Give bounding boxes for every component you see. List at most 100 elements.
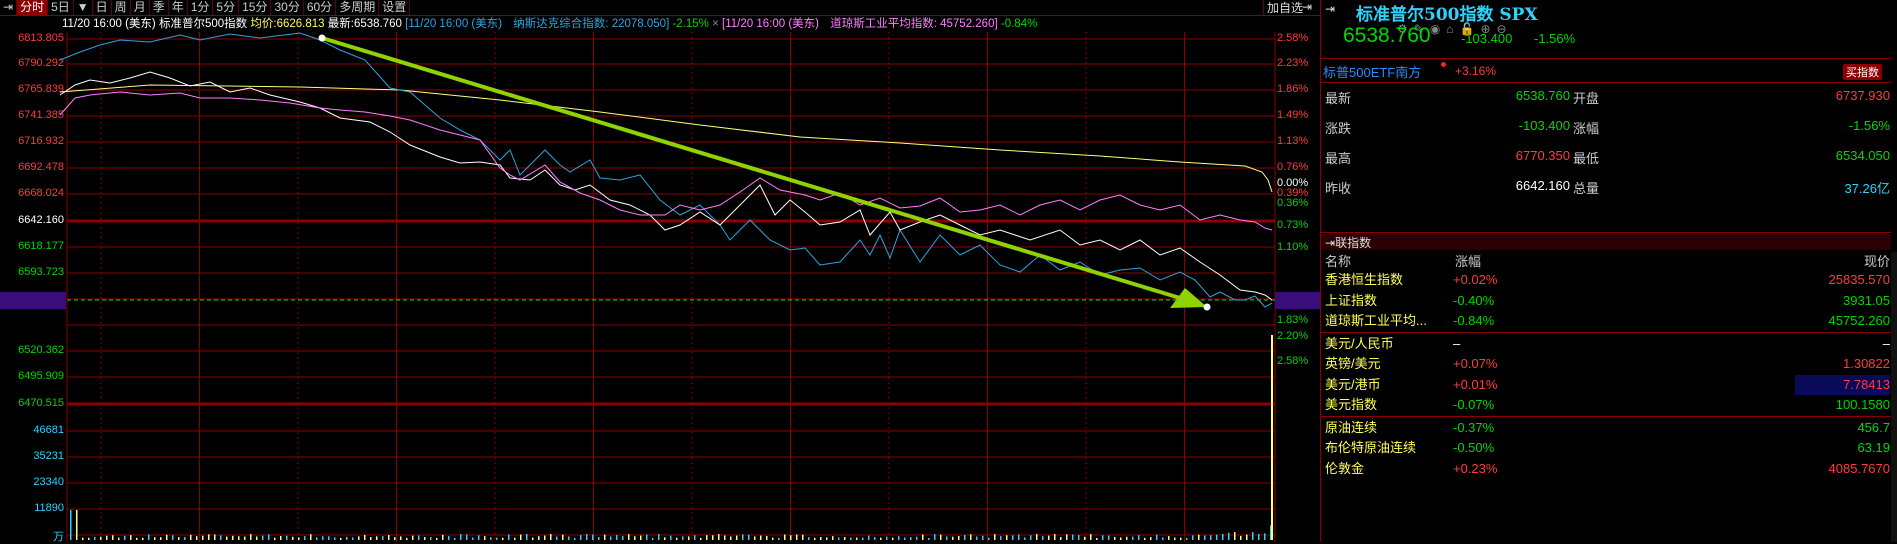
quote-row: 最新 6538.760 开盘 6737.930 [1325, 88, 1890, 118]
volume-bar [1222, 534, 1224, 540]
volume-bar [694, 535, 696, 540]
index-price: 3931.05 [1843, 291, 1890, 311]
volume-bar [910, 537, 912, 540]
panel-collapse-icon[interactable]: ⇥ [1325, 2, 1335, 16]
volume-bar [280, 536, 282, 540]
volume-bar [1144, 538, 1146, 540]
index-row[interactable]: 美元/港币 +0.01% 7.78413 [1325, 375, 1890, 395]
volume-bar [244, 537, 246, 540]
volume-bar [1210, 535, 1212, 540]
volume-bar [610, 536, 612, 540]
volume-bar [778, 538, 780, 540]
volume-bar [796, 534, 798, 540]
instrument-title: 标准普尔500指数 SPX [1356, 0, 1538, 25]
volume-bar [994, 534, 996, 540]
volume-bar [688, 536, 690, 540]
index-name: 香港恒生指数 [1325, 270, 1403, 290]
volume-bar [850, 538, 852, 540]
quote-label: 最高 [1325, 148, 1351, 167]
volume-bar [124, 536, 126, 540]
volume-bar [1126, 537, 1128, 540]
index-row[interactable]: 布伦特原油连续 -0.50% 63.19 [1325, 438, 1890, 458]
index-change: -0.07% [1453, 395, 1494, 415]
volume-bar [1036, 534, 1038, 540]
volume-bar [100, 537, 102, 540]
index-row[interactable]: 伦敦金 +0.23% 4085.7670 [1325, 459, 1890, 479]
etf-change: +3.16% [1321, 64, 1496, 78]
scrollbar[interactable] [1891, 252, 1897, 542]
index-row[interactable]: 英镑/美元 +0.07% 1.30822 [1325, 354, 1890, 374]
trend-arrow-annotation [319, 35, 1211, 311]
current-price: 6538.760 [1343, 24, 1431, 48]
volume-bar [1012, 535, 1014, 540]
index-change: +0.23% [1453, 459, 1497, 479]
index-price: 456.7 [1857, 418, 1890, 438]
index-change: +0.07% [1453, 354, 1497, 374]
volume-bar [1252, 532, 1254, 540]
volume-bar [538, 536, 540, 540]
volume-bar [340, 538, 342, 540]
volume-bar [520, 535, 522, 540]
index-row[interactable]: 上证指数 -0.40% 3931.05 [1325, 291, 1890, 311]
volume-bar [1246, 535, 1248, 540]
volume-bar [364, 535, 366, 540]
volume-bar [628, 534, 630, 540]
volume-bar [394, 537, 396, 540]
volume-bar [496, 538, 498, 540]
volume-bar [286, 536, 288, 540]
index-row[interactable]: 美元指数 -0.07% 100.1580 [1325, 395, 1890, 415]
index-row[interactable]: 美元/人民币 – – [1325, 334, 1890, 354]
volume-bar [1162, 537, 1164, 540]
index-row[interactable]: 香港恒生指数 +0.02% 25835.570 [1325, 270, 1890, 290]
volume-bar [190, 535, 192, 540]
volume-bar [70, 510, 72, 540]
volume-bar [214, 534, 216, 540]
index-price: 4085.7670 [1829, 459, 1890, 479]
volume-bar [856, 538, 858, 540]
volume-bar [310, 534, 312, 540]
index-row[interactable]: 道琼斯工业平均... -0.84% 45752.260 [1325, 311, 1890, 331]
volume-bar [136, 538, 138, 540]
volume-bar [472, 537, 474, 540]
volume-bar [1000, 536, 1002, 540]
related-indices-header[interactable]: ⇥联指数 [1321, 234, 1891, 250]
volume-bar [430, 537, 432, 540]
volume-bar [862, 538, 864, 540]
quote-value: 6642.160 [1516, 178, 1570, 193]
volume-bar [1192, 535, 1194, 540]
volume-bar [154, 537, 156, 540]
volume-bar [1228, 533, 1230, 540]
price-change-pct: -1.56% [1534, 31, 1575, 46]
quote-label: 总量 [1573, 178, 1599, 197]
quote-value: 6534.050 [1836, 148, 1890, 163]
quote-value: -103.400 [1519, 118, 1570, 133]
index-change: +0.01% [1453, 375, 1497, 395]
intraday-chart[interactable] [0, 0, 1320, 542]
volume-bar [1108, 536, 1110, 540]
index-name: 伦敦金 [1325, 459, 1364, 479]
volume-bar [646, 535, 648, 540]
volume-bar [1138, 535, 1140, 540]
volume-bar [1271, 335, 1273, 540]
volume-bar [400, 536, 402, 540]
quote-label: 涨幅 [1573, 118, 1599, 137]
volume-bar [598, 537, 600, 540]
volume-bar [790, 535, 792, 540]
volume-bar [682, 536, 684, 540]
buy-index-button[interactable]: 买指数 [1843, 64, 1882, 80]
volume-bar [1156, 535, 1158, 540]
current-pct-tag [1275, 292, 1320, 309]
volume-bar [388, 535, 390, 540]
quote-label: 涨跌 [1325, 118, 1351, 137]
quote-label: 开盘 [1573, 88, 1599, 107]
volume-bar [586, 534, 588, 540]
volume-bar [928, 538, 930, 540]
index-price: 45752.260 [1829, 311, 1890, 331]
index-change: -0.40% [1453, 291, 1494, 311]
volume-bar [580, 535, 582, 540]
volume-bar [166, 535, 168, 540]
volume-bar [376, 536, 378, 540]
volume-bar [352, 537, 354, 540]
index-row[interactable]: 原油连续 -0.37% 456.7 [1325, 418, 1890, 438]
volume-bar [298, 537, 300, 540]
